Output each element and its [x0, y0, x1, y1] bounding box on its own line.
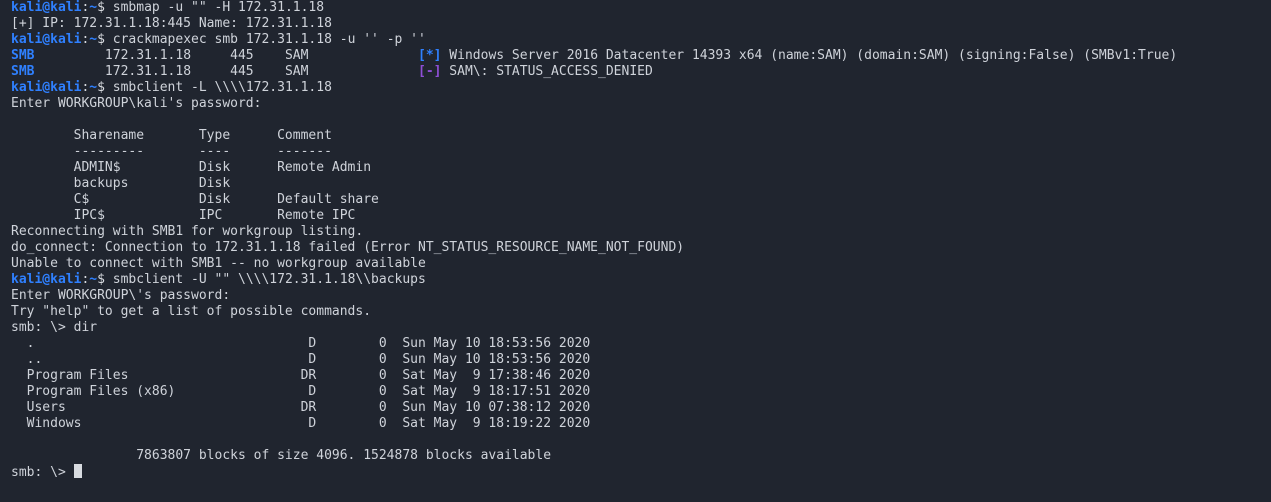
output-line: Unable to connect with SMB1 -- no workgr… [11, 256, 426, 271]
prompt-path: ~ [89, 272, 98, 287]
smb-shell-command: smb: \> dir [11, 320, 98, 335]
smb-output-line: SMB 172.31.1.18 445 SAM [*] Windows Serv… [11, 48, 1271, 64]
share-row: ADMIN$ Disk Remote Admin [11, 160, 372, 175]
smb-tag: SMB [11, 64, 35, 79]
dir-entry: Users DR 0 Sun May 10 07:38:12 2020 [11, 400, 591, 415]
share-table-divider: --------- ---- ------- [11, 144, 332, 159]
share-row: IPC$ IPC Remote IPC [11, 208, 356, 223]
smb-prompt: smb: \> [11, 465, 74, 480]
prompt-line: kali@kali:~$ smbclient -U "" \\\\172.31.… [11, 272, 426, 287]
share-table-header: Sharename Type Comment [11, 128, 332, 143]
share-row: C$ Disk Default share [11, 192, 379, 207]
prompt-path: ~ [89, 32, 98, 47]
command-text: crackmapexec smb 172.31.1.18 -u '' -p '' [112, 32, 426, 47]
blocks-summary: 7863807 blocks of size 4096. 1524878 blo… [11, 448, 552, 463]
smb-tag: SMB [11, 48, 35, 63]
status-marker-info: [*] [418, 48, 442, 63]
prompt-user: kali@kali [11, 272, 82, 287]
output-line: Try "help" to get a list of possible com… [11, 304, 372, 319]
command-text: smbclient -U "" \\\\172.31.1.18\\backups [112, 272, 426, 287]
command-text: smbmap -u "" -H 172.31.1.18 [112, 0, 325, 15]
text-cursor [73, 464, 82, 478]
output-line: Enter WORKGROUP\'s password: [11, 288, 231, 303]
prompt-user: kali@kali [11, 80, 82, 95]
output-line: [+] IP: 172.31.1.18:445 Name: 172.31.1.1… [11, 16, 332, 31]
command-text: smbclient -L \\\\172.31.1.18 [112, 80, 332, 95]
prompt-line: kali@kali:~$ crackmapexec smb 172.31.1.1… [11, 32, 426, 47]
dir-entry: Windows D 0 Sat May 9 18:19:22 2020 [11, 416, 591, 431]
output-line: do_connect: Connection to 172.31.1.18 fa… [11, 240, 685, 255]
smb-input-line[interactable]: smb: \> [11, 464, 1271, 480]
dir-entry: Program Files (x86) D 0 Sat May 9 18:17:… [11, 384, 591, 399]
output-line: Enter WORKGROUP\kali's password: [11, 96, 262, 111]
smb-host-info: 172.31.1.18 445 SAM [34, 48, 418, 63]
share-row: backups Disk [11, 176, 278, 191]
prompt-line: kali@kali:~$ smbclient -L \\\\172.31.1.1… [11, 80, 332, 95]
dir-entry: Program Files DR 0 Sat May 9 17:38:46 20… [11, 368, 591, 383]
smb-host-info: 172.31.1.18 445 SAM [34, 64, 418, 79]
prompt-user: kali@kali [11, 32, 82, 47]
smb-output-line: SMB 172.31.1.18 445 SAM [-] SAM\: STATUS… [11, 64, 1271, 80]
terminal-window[interactable]: kali@kali:~$ smbmap -u "" -H 172.31.1.18… [0, 0, 1271, 502]
prompt-path: ~ [89, 80, 98, 95]
prompt-path: ~ [89, 0, 98, 15]
output-line: Reconnecting with SMB1 for workgroup lis… [11, 224, 364, 239]
dir-entry: . D 0 Sun May 10 18:53:56 2020 [11, 336, 591, 351]
dir-entry: .. D 0 Sun May 10 18:53:56 2020 [11, 352, 591, 367]
status-marker-error: [-] [418, 64, 442, 79]
smb-message: Windows Server 2016 Datacenter 14393 x64… [441, 48, 1178, 63]
prompt-user: kali@kali [11, 0, 82, 15]
prompt-line: kali@kali:~$ smbmap -u "" -H 172.31.1.18 [11, 0, 325, 15]
smb-message: SAM\: STATUS_ACCESS_DENIED [441, 64, 653, 79]
